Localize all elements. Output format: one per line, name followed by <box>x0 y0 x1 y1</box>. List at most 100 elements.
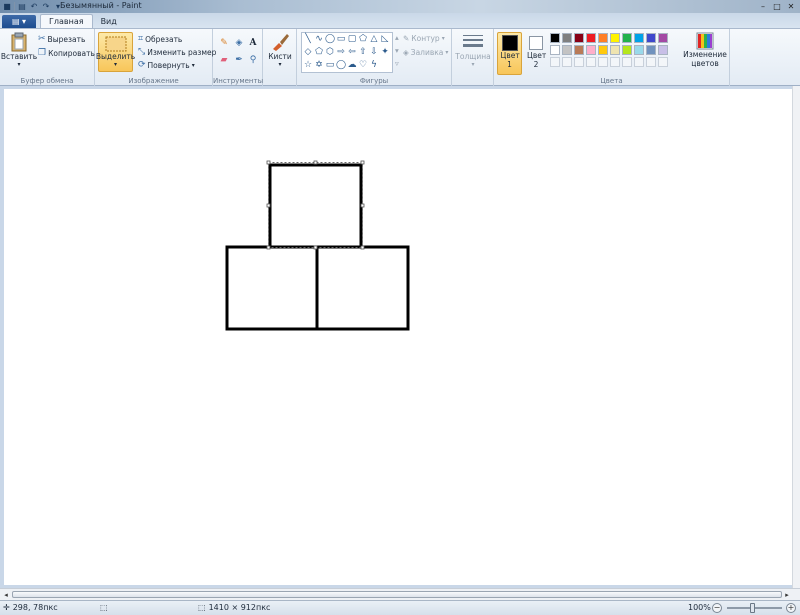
scroll-down-icon[interactable]: ▾ <box>395 46 399 55</box>
palette-color-swatch[interactable] <box>598 33 608 43</box>
callout-oval-shape-icon[interactable]: ◯ <box>336 60 346 70</box>
custom-color-slot[interactable] <box>562 57 572 67</box>
text-tool-icon[interactable]: A <box>247 37 259 49</box>
polygon-shape-icon[interactable]: ⬠ <box>358 34 368 44</box>
palette-color-swatch[interactable] <box>574 33 584 43</box>
selection-handle[interactable] <box>266 203 271 208</box>
palette-color-swatch[interactable] <box>586 45 596 55</box>
drawing-canvas[interactable] <box>4 89 796 585</box>
cut-button[interactable]: ✂ Вырезать <box>38 34 85 44</box>
callout-rect-shape-icon[interactable]: ▭ <box>325 60 335 70</box>
scroll-left-icon[interactable]: ◂ <box>1 590 11 599</box>
zoom-slider-thumb[interactable] <box>750 603 755 613</box>
custom-color-slot[interactable] <box>598 57 608 67</box>
selection-handle[interactable] <box>360 245 365 250</box>
selection-handle[interactable] <box>313 245 318 250</box>
select-button[interactable]: Выделить ▾ <box>96 32 135 72</box>
tab-view[interactable]: Вид <box>93 14 125 28</box>
triangle-shape-icon[interactable]: △ <box>369 34 379 44</box>
star6-shape-icon[interactable]: ✡ <box>314 60 324 70</box>
color-picker-icon[interactable]: ✒ <box>233 54 245 66</box>
fill-bucket-icon[interactable]: ◈ <box>233 37 245 49</box>
palette-color-swatch[interactable] <box>634 45 644 55</box>
rounded-rectangle-shape-icon[interactable]: ▢ <box>347 34 357 44</box>
palette-color-swatch[interactable] <box>658 45 668 55</box>
size-button[interactable]: Толщина ▾ <box>455 32 491 72</box>
palette-color-swatch[interactable] <box>610 33 620 43</box>
selection-handle[interactable] <box>360 160 365 165</box>
save-icon[interactable]: ▤ <box>17 2 27 12</box>
palette-color-swatch[interactable] <box>646 33 656 43</box>
selection-handle[interactable] <box>266 160 271 165</box>
custom-color-slot[interactable] <box>622 57 632 67</box>
paint-app-icon[interactable]: ■ <box>2 2 12 12</box>
star4-shape-icon[interactable]: ✦ <box>380 47 390 57</box>
palette-color-swatch[interactable] <box>622 45 632 55</box>
scroll-up-icon[interactable]: ▴ <box>395 33 399 42</box>
paint-menu-button[interactable]: ▤ ▾ <box>2 15 36 28</box>
heart-shape-icon[interactable]: ♡ <box>358 60 368 70</box>
custom-color-slot[interactable] <box>646 57 656 67</box>
custom-color-slot[interactable] <box>634 57 644 67</box>
zoom-in-button[interactable]: + <box>786 603 796 613</box>
arrow-down-shape-icon[interactable]: ⇩ <box>369 47 379 57</box>
custom-color-slot[interactable] <box>586 57 596 67</box>
horizontal-scrollbar[interactable]: ◂ ▸ <box>0 588 800 600</box>
lightning-shape-icon[interactable]: ϟ <box>369 60 379 70</box>
rectangle-shape-icon[interactable]: ▭ <box>336 34 346 44</box>
undo-icon[interactable]: ↶ <box>29 2 39 12</box>
palette-color-swatch[interactable] <box>574 45 584 55</box>
hexagon-shape-icon[interactable]: ⬡ <box>325 47 335 57</box>
curve-shape-icon[interactable]: ∿ <box>314 34 324 44</box>
maximize-button[interactable]: □ <box>770 0 784 12</box>
fill-button[interactable]: ◈ Заливка ▾ <box>403 48 448 57</box>
custom-color-slot[interactable] <box>550 57 560 67</box>
palette-color-swatch[interactable] <box>550 45 560 55</box>
brushes-button[interactable]: Кисти ▾ <box>266 32 294 72</box>
paste-button[interactable]: Вставить ▾ <box>1 32 37 72</box>
custom-color-slot[interactable] <box>574 57 584 67</box>
edit-colors-button[interactable]: Изменение цветов <box>683 32 727 75</box>
custom-color-slot[interactable] <box>610 57 620 67</box>
palette-color-swatch[interactable] <box>610 45 620 55</box>
tab-home[interactable]: Главная <box>40 14 93 28</box>
color2-button[interactable]: Цвет 2 <box>524 32 548 75</box>
zoom-out-button[interactable]: − <box>712 603 722 613</box>
rotate-button[interactable]: ⟳ Повернуть ▾ <box>138 60 195 70</box>
selection-handle[interactable] <box>360 203 365 208</box>
palette-color-swatch[interactable] <box>550 33 560 43</box>
palette-color-swatch[interactable] <box>598 45 608 55</box>
palette-color-swatch[interactable] <box>586 33 596 43</box>
arrow-left-shape-icon[interactable]: ⇦ <box>347 47 357 57</box>
palette-color-swatch[interactable] <box>634 33 644 43</box>
selection-handle[interactable] <box>313 160 318 165</box>
scroll-right-icon[interactable]: ▸ <box>782 590 792 599</box>
copy-button[interactable]: ❐ Копировать <box>38 48 95 58</box>
outline-button[interactable]: ✎ Контур ▾ <box>403 34 445 43</box>
right-triangle-shape-icon[interactable]: ◺ <box>380 34 390 44</box>
redo-icon[interactable]: ↷ <box>41 2 51 12</box>
arrow-up-shape-icon[interactable]: ⇧ <box>358 47 368 57</box>
custom-color-slot[interactable] <box>658 57 668 67</box>
eraser-icon[interactable]: ▰ <box>218 54 230 66</box>
star5-shape-icon[interactable]: ☆ <box>303 60 313 70</box>
pencil-icon[interactable]: ✎ <box>218 37 230 49</box>
selection-outline[interactable] <box>268 162 363 248</box>
color1-button[interactable]: Цвет 1 <box>497 32 522 75</box>
close-button[interactable]: ✕ <box>784 0 798 12</box>
magnifier-icon[interactable]: ⚲ <box>247 54 259 66</box>
selection-handle[interactable] <box>266 245 271 250</box>
pentagon-shape-icon[interactable]: ⬠ <box>314 47 324 57</box>
palette-color-swatch[interactable] <box>646 45 656 55</box>
palette-color-swatch[interactable] <box>562 33 572 43</box>
resize-button[interactable]: ⤡ Изменить размер <box>138 47 216 57</box>
horizontal-scroll-thumb[interactable] <box>12 591 782 598</box>
callout-cloud-shape-icon[interactable]: ☁ <box>347 60 357 70</box>
palette-color-swatch[interactable] <box>622 33 632 43</box>
palette-color-swatch[interactable] <box>658 33 668 43</box>
arrow-right-shape-icon[interactable]: ⇨ <box>336 47 346 57</box>
diamond-shape-icon[interactable]: ◇ <box>303 47 313 57</box>
vertical-scrollbar[interactable] <box>792 86 800 588</box>
crop-button[interactable]: ⌗ Обрезать <box>138 34 182 44</box>
palette-color-swatch[interactable] <box>562 45 572 55</box>
